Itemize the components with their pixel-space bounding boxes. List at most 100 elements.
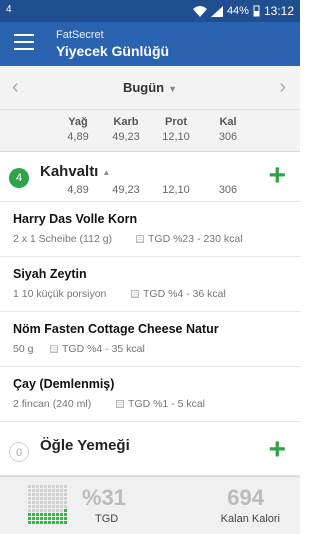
tgd-percent: %31: [82, 485, 127, 510]
progress-cell: [44, 517, 47, 520]
clock: 13:12: [263, 4, 294, 18]
progress-cell: [56, 489, 59, 492]
progress-cell: [60, 497, 63, 500]
progress-cell: [64, 489, 67, 492]
menu-icon[interactable]: [14, 34, 34, 52]
date-label: Bugün: [122, 80, 165, 95]
progress-cell: [32, 521, 35, 524]
progress-cell: [36, 517, 39, 520]
progress-cell: [32, 485, 35, 488]
food-item[interactable]: Çay (Demlenmiş) 2 fincan (240 ml) TGD %1…: [0, 367, 300, 422]
food-item[interactable]: Nöm Fasten Cottage Cheese Natur 50 g TGD…: [0, 312, 300, 367]
progress-cell: [44, 501, 47, 504]
progress-cell: [40, 485, 43, 488]
tgd-label: TGD: [95, 513, 119, 525]
progress-cell: [40, 521, 43, 524]
carb-label: Karb: [113, 116, 139, 128]
progress-cell: [32, 513, 35, 516]
add-icon[interactable]: +: [268, 435, 286, 465]
carb-total: 49,23: [112, 131, 140, 143]
progress-cell: [64, 493, 67, 496]
food-name: Harry Das Volle Korn: [13, 212, 138, 226]
progress-cell: [40, 497, 43, 500]
progress-cell: [40, 513, 43, 516]
progress-cell: [60, 517, 63, 520]
progress-cell: [52, 521, 55, 524]
progress-cell: [48, 493, 51, 496]
progress-cell: [28, 489, 31, 492]
progress-cell: [44, 505, 47, 508]
progress-cell: [32, 489, 35, 492]
remaining-calories-label: Kalan Kalori: [220, 513, 280, 525]
progress-cell: [64, 509, 67, 512]
meal-name: Öğle Yemeği: [40, 437, 130, 454]
protein-label: Prot: [165, 116, 187, 128]
meal-header-breakfast[interactable]: 4 Kahvaltı ▲ 4,89 49,23 12,10 306 +: [0, 152, 300, 202]
progress-cell: [64, 517, 67, 520]
progress-cell: [52, 509, 55, 512]
meal-fat: 4,89: [67, 184, 89, 196]
progress-cell: [44, 521, 47, 524]
progress-cell: [56, 513, 59, 516]
progress-cell: [40, 489, 43, 492]
date-selector[interactable]: Bugün ▼: [0, 80, 300, 95]
progress-cell: [64, 505, 67, 508]
food-portion: 2 fincan (240 ml): [13, 398, 92, 410]
food-tgd: TGD %1 - 5 kcal: [116, 398, 205, 410]
food-tgd: TGD %4 - 35 kcal: [50, 343, 145, 355]
caret-down-icon: ▼: [168, 84, 178, 94]
progress-cell: [56, 497, 59, 500]
progress-cell: [40, 501, 43, 504]
progress-cell: [60, 489, 63, 492]
progress-cell: [40, 505, 43, 508]
progress-cell: [48, 485, 51, 488]
progress-cell: [48, 521, 51, 524]
progress-cell: [60, 485, 63, 488]
progress-cell: [48, 501, 51, 504]
food-portion: 1 10 küçük porsiyon: [13, 288, 107, 300]
food-portion: 50 g: [13, 343, 34, 355]
add-icon[interactable]: +: [268, 161, 286, 191]
progress-cell: [40, 493, 43, 496]
status-bar: 4 44% 13:12: [0, 0, 300, 22]
progress-cell: [36, 509, 39, 512]
progress-cell: [48, 513, 51, 516]
calorie-label: Kal: [219, 116, 237, 128]
progress-cell: [52, 485, 55, 488]
fat-label: Yağ: [68, 116, 88, 128]
brand-label: FatSecret: [56, 29, 104, 41]
progress-cell: [60, 513, 63, 516]
food-name: Siyah Zeytin: [13, 267, 87, 281]
progress-cell: [32, 505, 35, 508]
food-item[interactable]: Siyah Zeytin 1 10 küçük porsiyon TGD %4 …: [0, 257, 300, 312]
progress-cell: [44, 513, 47, 516]
meal-protein: 12,10: [162, 184, 190, 196]
progress-cell: [52, 513, 55, 516]
progress-cell: [28, 521, 31, 524]
progress-grid-icon: [28, 485, 70, 527]
progress-cell: [28, 501, 31, 504]
meal-header-lunch[interactable]: 0 Öğle Yemeği +: [0, 426, 300, 476]
battery-percent: 44%: [226, 5, 249, 17]
progress-cell: [36, 513, 39, 516]
progress-cell: [56, 509, 59, 512]
progress-cell: [56, 493, 59, 496]
protein-total: 12,10: [162, 131, 190, 143]
progress-cell: [28, 513, 31, 516]
progress-cell: [60, 521, 63, 524]
meal-name: Kahvaltı: [40, 163, 99, 180]
progress-cell: [64, 501, 67, 504]
progress-cell: [36, 485, 39, 488]
progress-cell: [64, 521, 67, 524]
progress-cell: [56, 521, 59, 524]
meal-count-badge: 0: [9, 442, 29, 462]
progress-cell: [64, 497, 67, 500]
food-item[interactable]: Harry Das Volle Korn 2 x 1 Scheibe (112 …: [0, 202, 300, 257]
chevron-right-icon[interactable]: ›: [279, 76, 286, 99]
food-portion: 2 x 1 Scheibe (112 g): [13, 233, 113, 245]
collapse-icon[interactable]: ▲: [102, 168, 110, 177]
wifi-icon: [192, 5, 207, 17]
progress-cell: [28, 505, 31, 508]
calorie-total: 306: [218, 131, 238, 143]
progress-cell: [40, 509, 43, 512]
